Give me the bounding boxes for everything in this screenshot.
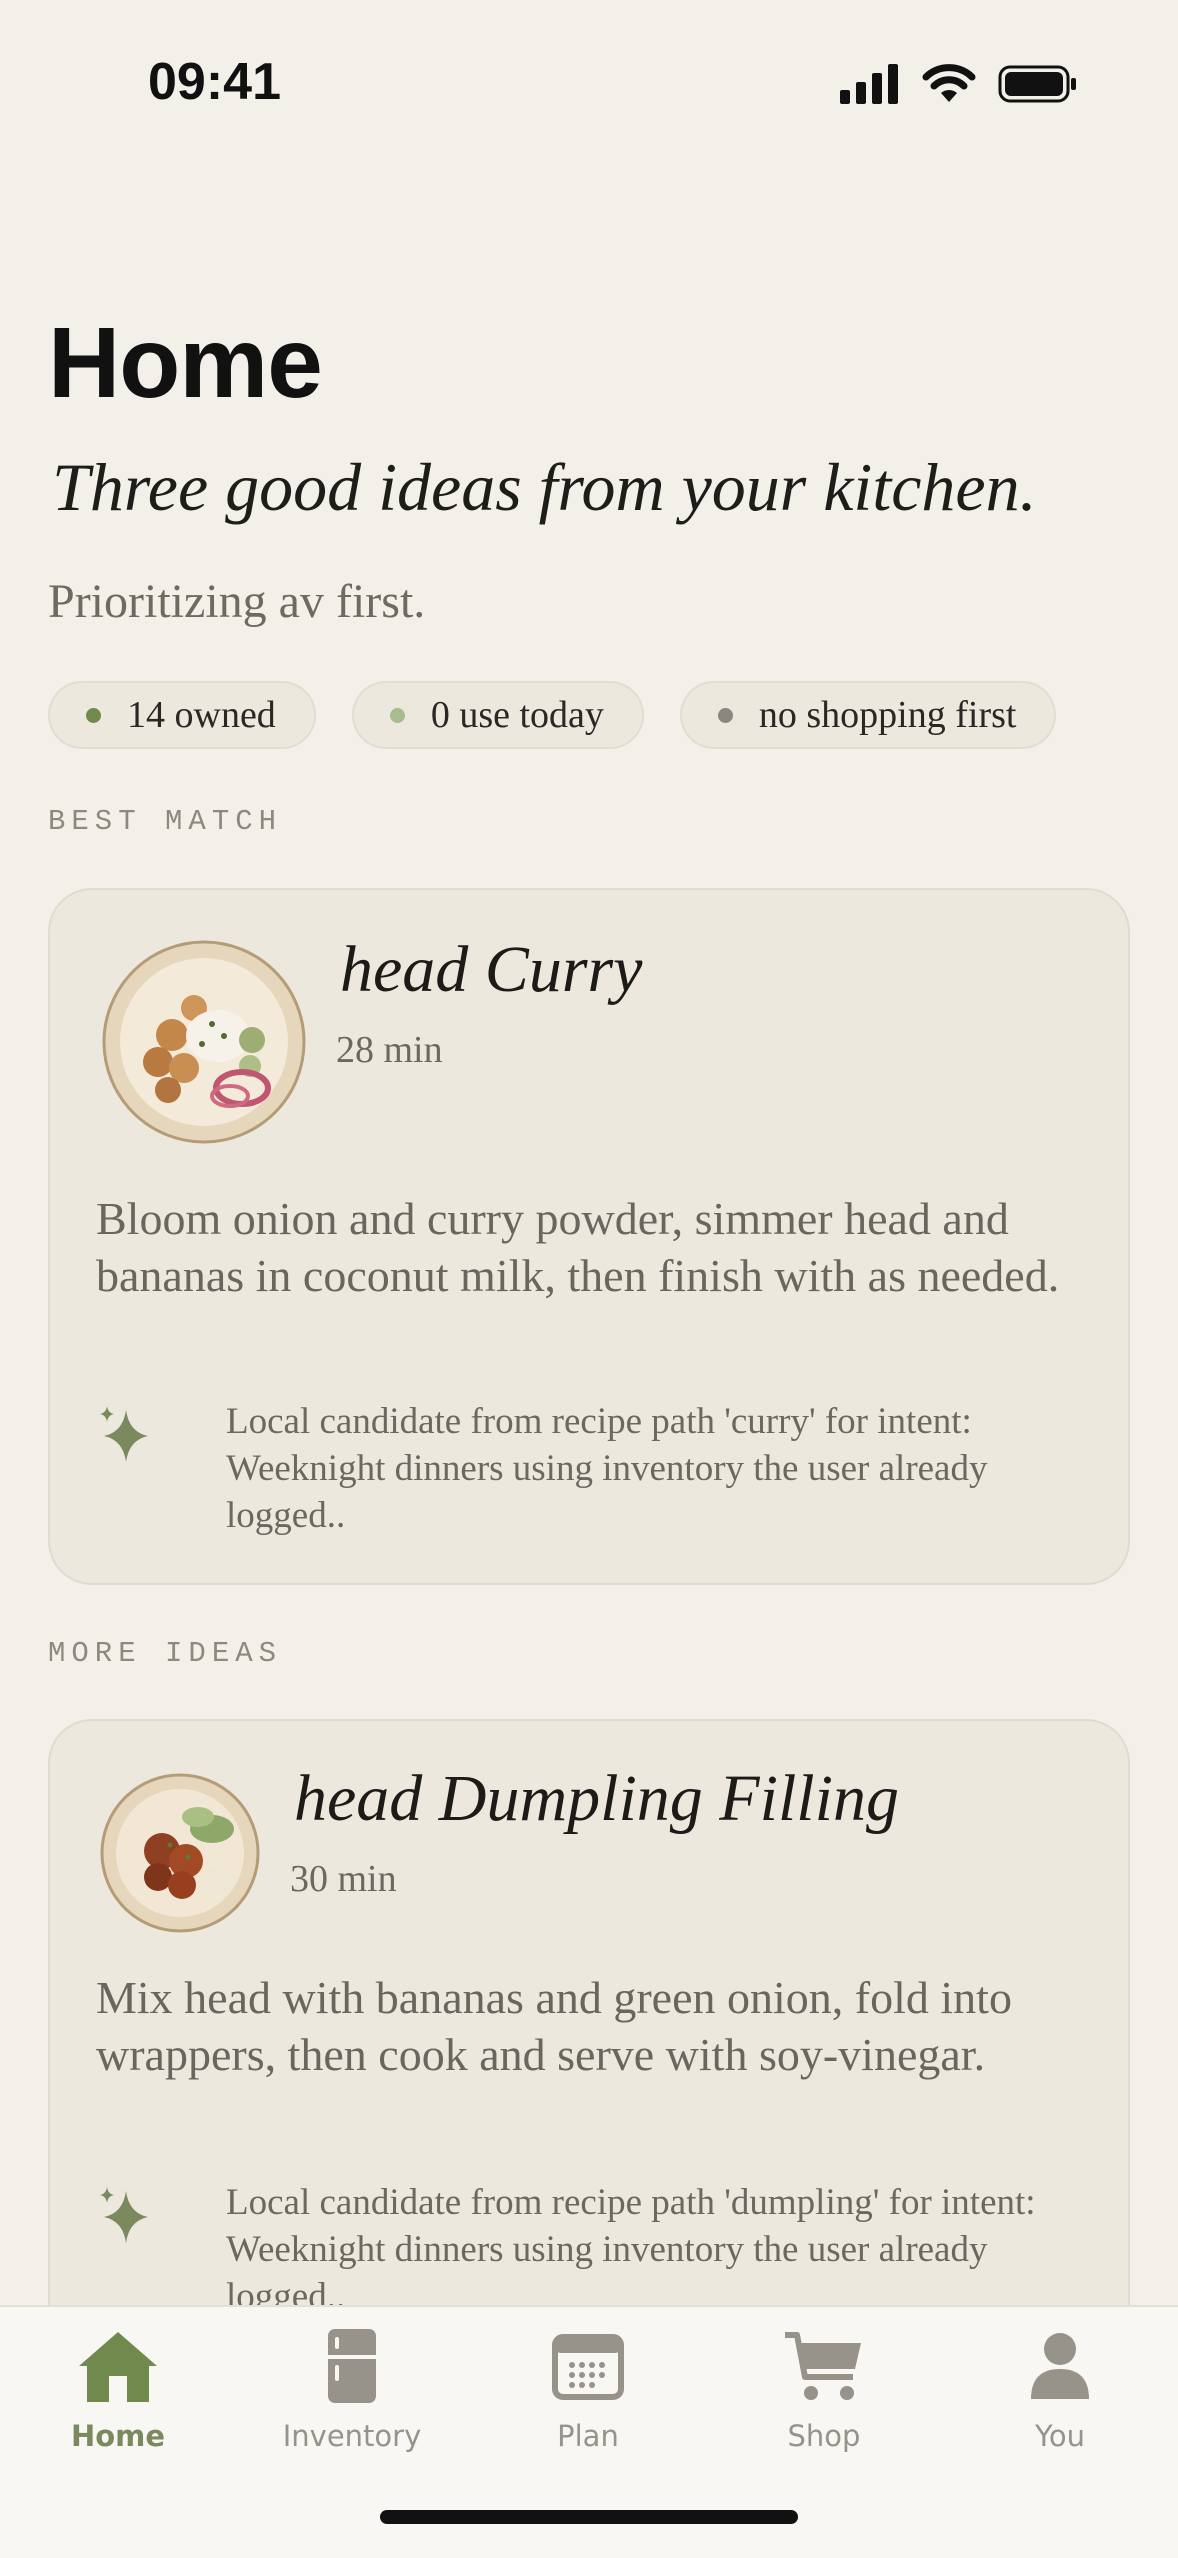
status-bar: 09:41 <box>0 0 1178 170</box>
filter-chips: 14 owned 0 use today no shopping first <box>48 681 1130 753</box>
tab-you[interactable]: You <box>950 2321 1170 2453</box>
recipe-description: Mix head with bananas and green onion, f… <box>96 1972 1012 2080</box>
dumpling-bowl-image <box>100 1773 260 1933</box>
curry-bowl-image <box>102 940 306 1144</box>
tab-label: Home <box>70 2419 166 2453</box>
section-label-more-ideas: MORE IDEAS <box>48 1637 283 1670</box>
status-time: 09:41 <box>148 53 281 111</box>
best-match-card[interactable]: head Curry 28 min Bloom onion and curry … <box>48 888 1130 1585</box>
person-icon <box>1031 2333 1089 2399</box>
page-title: Home <box>48 307 323 419</box>
tab-label: Inventory <box>282 2419 422 2453</box>
chip-label: 14 owned <box>127 694 276 736</box>
tab-plan[interactable]: Plan <box>478 2321 698 2453</box>
page-tagline: Three good ideas from your kitchen. <box>52 449 1037 525</box>
sparkle-icon <box>100 2187 148 2243</box>
wifi-icon <box>922 64 976 102</box>
tab-label: You <box>1035 2419 1085 2453</box>
tab-shop[interactable]: Shop <box>714 2321 934 2453</box>
recipe-time: 28 min <box>336 1029 443 1071</box>
recipe-reason: Local candidate from recipe path 'dumpli… <box>226 2182 1036 2317</box>
chip-owned[interactable]: 14 owned <box>48 681 316 749</box>
chip-use-today[interactable]: 0 use today <box>351 681 644 749</box>
calendar-icon <box>552 2334 624 2400</box>
tab-label: Shop <box>787 2419 861 2453</box>
recipe-name: head Dumpling Filling <box>294 1762 899 1835</box>
chip-no-shopping[interactable]: no shopping first <box>679 681 1057 749</box>
status-icons <box>840 64 1078 104</box>
tab-label: Plan <box>557 2419 619 2453</box>
section-label-best-match: BEST MATCH <box>48 805 283 838</box>
tab-inventory[interactable]: Inventory <box>242 2321 462 2453</box>
recipe-name: head Curry <box>340 933 643 1006</box>
home-indicator[interactable] <box>380 2510 798 2524</box>
tab-home[interactable]: Home <box>8 2321 228 2453</box>
chip-dot <box>717 707 733 723</box>
cart-icon <box>785 2332 861 2400</box>
recipe-reason: Local candidate from recipe path 'curry'… <box>226 1401 988 1536</box>
recipe-time: 30 min <box>290 1858 397 1900</box>
battery-icon <box>998 65 1076 103</box>
chip-label: 0 use today <box>430 694 604 736</box>
house-icon <box>79 2332 157 2402</box>
chip-dot <box>86 707 101 723</box>
fridge-icon <box>328 2329 376 2403</box>
priority-text: Prioritizing av first. <box>48 575 426 628</box>
chip-dot <box>389 707 405 723</box>
sparkle-icon <box>100 1406 148 1462</box>
cellular-signal-icon <box>840 64 898 104</box>
recipe-description: Bloom onion and curry powder, simmer hea… <box>96 1193 1060 1301</box>
chip-label: no shopping first <box>758 694 1017 736</box>
